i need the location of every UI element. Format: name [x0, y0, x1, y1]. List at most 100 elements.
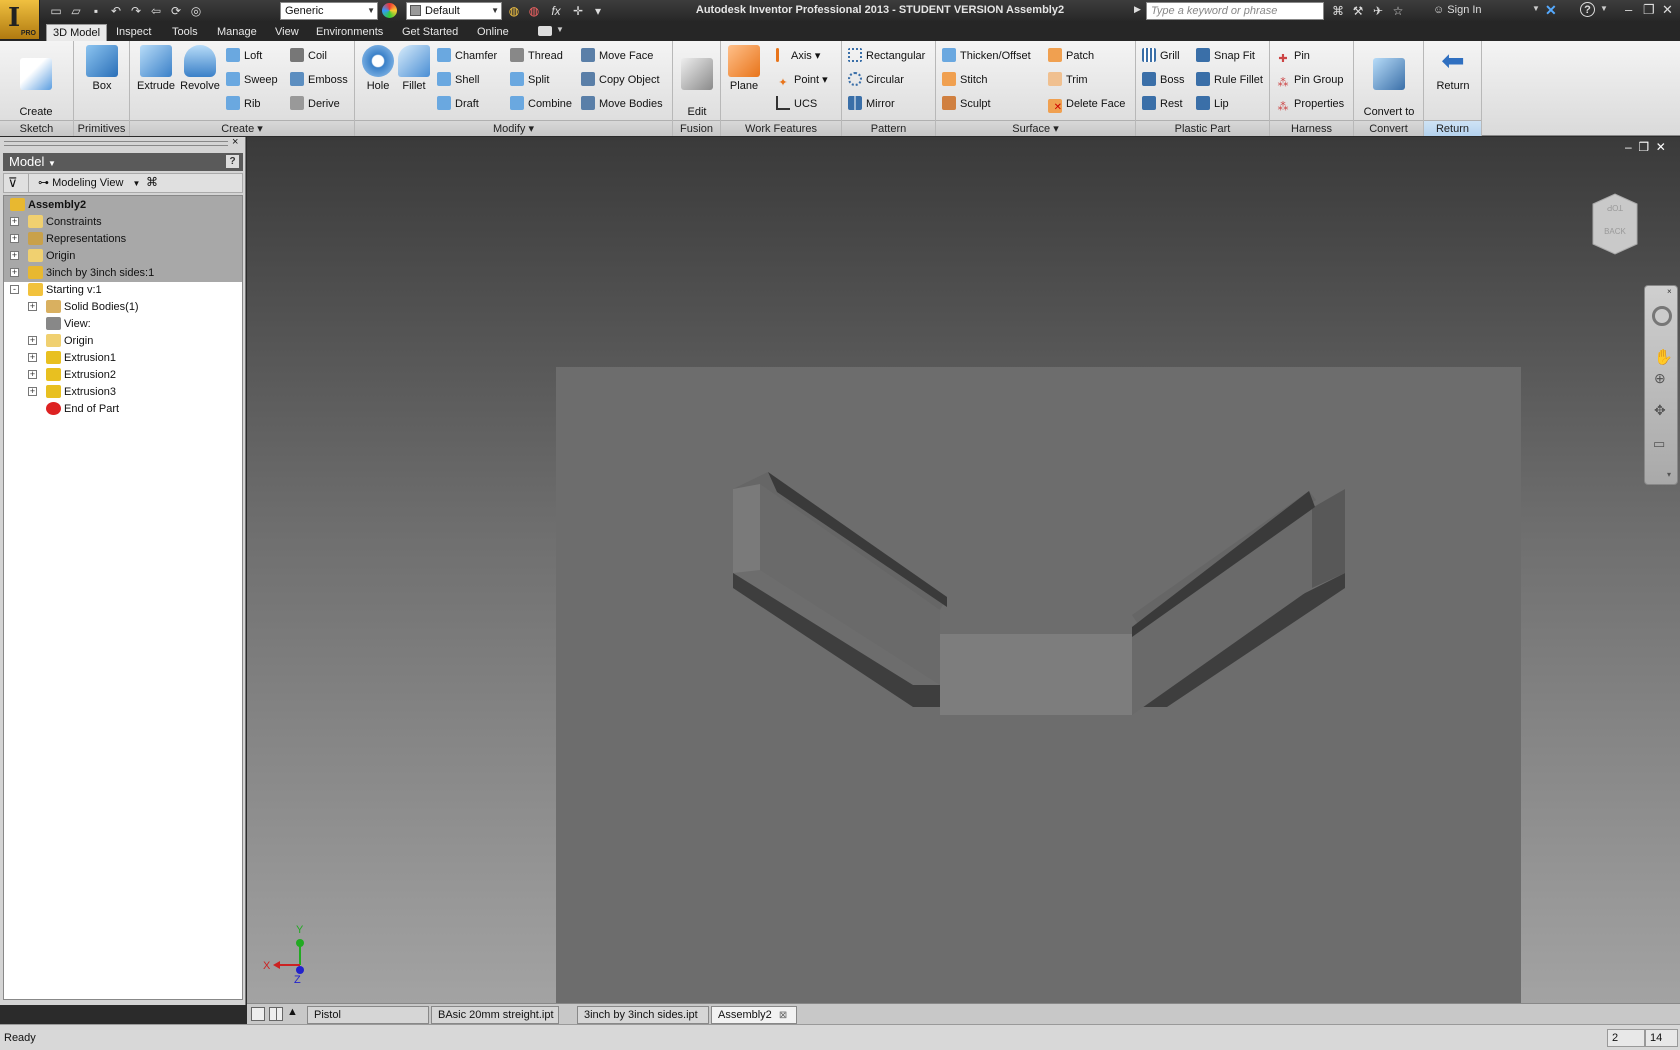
trim-button[interactable]: Trim [1048, 71, 1088, 89]
chevron-down-icon[interactable]: ▼ [1600, 4, 1608, 13]
close-icon[interactable]: ⊠ [779, 1010, 787, 1021]
chevron-down-icon[interactable]: ▾ [590, 4, 606, 18]
hole-button[interactable]: Hole [361, 45, 395, 93]
expand-icon[interactable]: + [10, 251, 19, 260]
camera-icon[interactable] [538, 26, 552, 36]
close-icon[interactable]: ✕ [1656, 140, 1666, 154]
expand-icon[interactable]: + [28, 336, 37, 345]
doc-tab-basic-20mm[interactable]: BAsic 20mm streight.ipt [431, 1006, 559, 1024]
move-bodies-button[interactable]: Move Bodies [581, 95, 663, 113]
panel-title-surface[interactable]: Surface ▾ [936, 120, 1135, 136]
expand-icon[interactable]: + [28, 302, 37, 311]
select-icon[interactable]: ◎ [188, 4, 204, 18]
tree-node[interactable]: +3inch by 3inch sides:1 [4, 264, 242, 282]
orbit-icon[interactable]: ✥ [1654, 402, 1666, 419]
grill-button[interactable]: Grill [1142, 47, 1180, 65]
star-icon[interactable]: ☆ [1390, 4, 1406, 18]
point-button[interactable]: ✦ Point ▾ [776, 71, 827, 89]
filter-icon[interactable]: ⊽ [8, 175, 18, 191]
loft-button[interactable]: Loft [226, 47, 262, 65]
sign-in-button[interactable]: ☺ Sign In [1433, 4, 1482, 16]
create-2d-sketch-button[interactable]: Create 2D Sketch [4, 45, 68, 132]
save-icon[interactable]: ▪ [88, 4, 104, 18]
expand-icon[interactable]: + [10, 268, 19, 277]
tab-environments[interactable]: Environments [310, 24, 389, 41]
tree-node[interactable]: + Extrusion3 [4, 383, 242, 401]
sculpt-button[interactable]: Sculpt [942, 95, 991, 113]
pan-icon[interactable]: ✋ [1654, 348, 1673, 366]
sweep-button[interactable]: Sweep [226, 71, 278, 89]
satellite-icon[interactable]: ✈ [1370, 4, 1386, 18]
panel-title-create[interactable]: Create ▾ [130, 120, 354, 136]
tree-node[interactable]: + Solid Bodies(1) [4, 298, 242, 316]
expand-icon[interactable]: + [10, 217, 19, 226]
wrench-icon[interactable]: ⚒ [1350, 4, 1366, 18]
draft-button[interactable]: Draft [437, 95, 479, 113]
rib-button[interactable]: Rib [226, 95, 261, 113]
tree-node[interactable]: + Representations [4, 230, 242, 248]
exchange-x-icon[interactable]: ✕ [1545, 2, 1557, 19]
tile-windows-icon[interactable] [269, 1007, 283, 1021]
tree-node[interactable]: End of Part [4, 400, 242, 418]
tab-inspect[interactable]: Inspect [110, 24, 157, 41]
restore-icon[interactable]: ❐ [1638, 140, 1649, 154]
open-file-icon[interactable]: ▱ [68, 4, 84, 18]
tree-node[interactable]: + Extrusion2 [4, 366, 242, 384]
minimize-icon[interactable]: – [1625, 140, 1632, 154]
circular-pattern-button[interactable]: Circular [848, 71, 904, 89]
panel-title-modify[interactable]: Modify ▾ [355, 120, 672, 136]
tab-get-started[interactable]: Get Started [396, 24, 464, 41]
tab-tools[interactable]: Tools [166, 24, 204, 41]
pin-group-button[interactable]: ⁂ Pin Group [1276, 71, 1344, 89]
stitch-button[interactable]: Stitch [942, 71, 988, 89]
clear-appearance-icon[interactable]: ◍ [526, 4, 542, 18]
rectangular-pattern-button[interactable]: Rectangular [848, 47, 925, 65]
graphics-viewport[interactable]: – ❐ ✕ TOP BACK × ✋ ⊕ ✥ ▭ ▾ X Y Z [247, 137, 1680, 1003]
binoculars-icon[interactable]: ⌘ [146, 175, 158, 189]
browser-grip[interactable] [4, 141, 228, 146]
expand-icon[interactable]: + [10, 234, 19, 243]
delete-face-button[interactable]: ✕ Delete Face [1048, 95, 1125, 113]
steering-wheel-icon[interactable] [1652, 306, 1672, 326]
help-search-input[interactable]: Type a keyword or phrase [1146, 2, 1324, 20]
chevron-right-icon[interactable]: ▶ [1134, 4, 1141, 15]
help-icon[interactable]: ? [1580, 2, 1595, 17]
viewcube-body[interactable] [1592, 193, 1638, 255]
tree-node[interactable]: + Constraints [4, 213, 242, 231]
chevron-up-icon[interactable]: ▲ [287, 1006, 298, 1018]
box-button[interactable]: Box [86, 45, 118, 93]
tab-view[interactable]: View [269, 24, 305, 41]
move-face-button[interactable]: Move Face [581, 47, 653, 65]
expand-icon[interactable]: + [28, 353, 37, 362]
viewcube-back-label[interactable]: BACK [1604, 227, 1626, 236]
tree-node[interactable]: - Starting v:1 [4, 281, 242, 299]
close-icon[interactable]: × [1667, 287, 1672, 296]
adjust-icon[interactable]: ◍ [506, 4, 522, 18]
snap-fit-button[interactable]: Snap Fit [1196, 47, 1255, 65]
part-center-face[interactable] [940, 634, 1132, 715]
minimize-icon[interactable]: – [1625, 2, 1632, 17]
redo-icon[interactable]: ↷ [128, 4, 144, 18]
browser-header[interactable]: Model ▼ ? [3, 153, 243, 171]
restore-icon[interactable]: ❐ [1643, 2, 1655, 18]
chevron-down-icon[interactable]: ▼ [1532, 4, 1540, 13]
zoom-icon[interactable]: ⊕ [1654, 370, 1666, 387]
copy-object-button[interactable]: Copy Object [581, 71, 660, 89]
application-menu-button[interactable]: I PRO [0, 0, 40, 40]
tree-node[interactable]: View: [4, 315, 242, 333]
mirror-button[interactable]: Mirror [848, 95, 895, 113]
doc-tab-pistol-undermount[interactable]: Pistol undermount...iam [307, 1006, 429, 1037]
plane-button[interactable]: Plane [725, 45, 763, 93]
tree-node[interactable]: Assembly2 [4, 196, 242, 214]
binoculars-icon[interactable]: ⌘ [1330, 4, 1346, 18]
crosshair-icon[interactable]: ✛ [570, 4, 586, 18]
harness-properties-button[interactable]: ⁂ Properties [1276, 95, 1345, 113]
tab-manage[interactable]: Manage [211, 24, 263, 41]
derive-button[interactable]: Derive [290, 95, 340, 113]
patch-button[interactable]: Patch [1048, 47, 1094, 65]
help-icon[interactable]: ? [226, 155, 239, 168]
expand-icon[interactable]: + [28, 387, 37, 396]
model-canvas[interactable] [247, 137, 1680, 1003]
tree-node[interactable]: + Origin [4, 247, 242, 265]
emboss-button[interactable]: Emboss [290, 71, 348, 89]
